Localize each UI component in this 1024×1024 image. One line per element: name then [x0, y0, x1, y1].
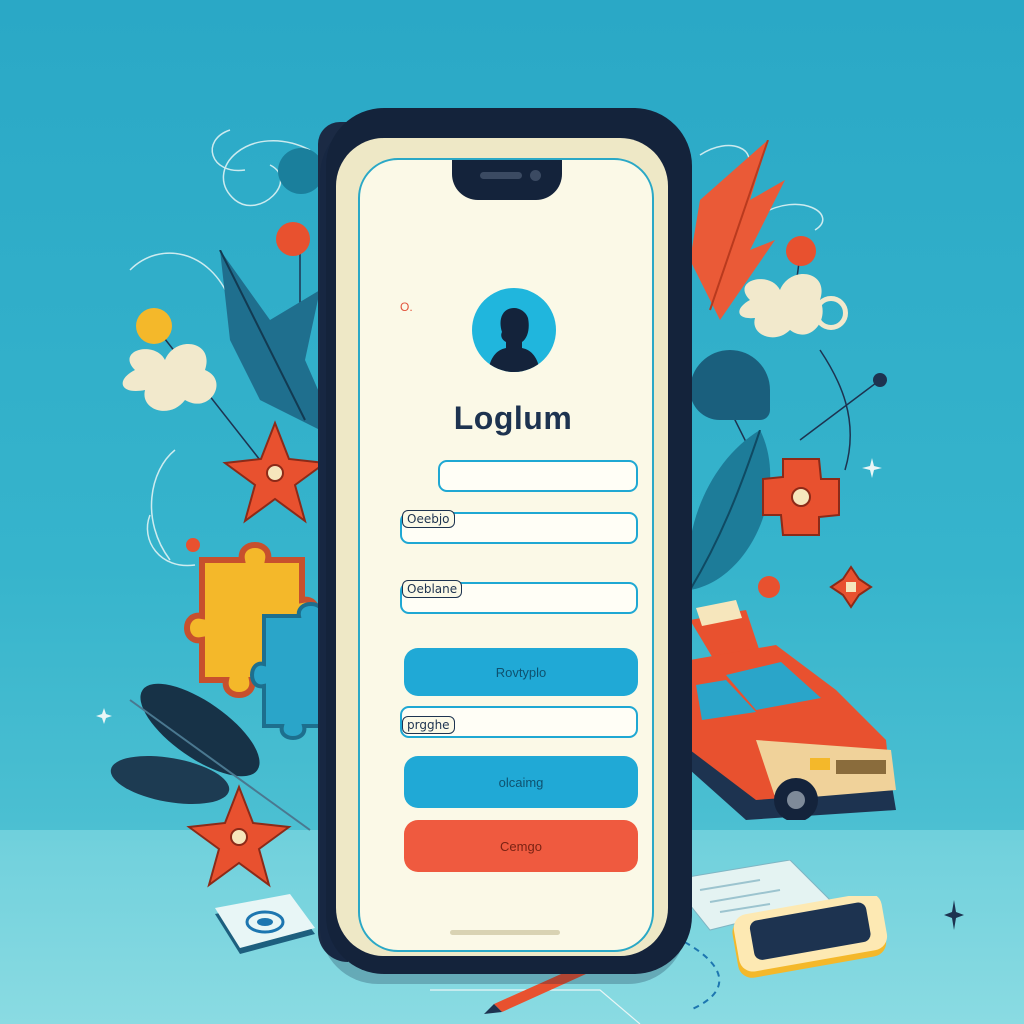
- decorative-pad: [215, 894, 315, 954]
- camera-icon: [530, 170, 541, 181]
- field-label: Oeebjo: [402, 510, 455, 528]
- sparkle-icon: [862, 458, 882, 478]
- flower-icon: [222, 420, 328, 524]
- decorative-dot: [136, 308, 172, 344]
- cancel-button[interactable]: Cemgo: [404, 820, 638, 872]
- smartphone-icon: [732, 896, 888, 978]
- login-screen: O. Loglum Oeebjo Oeblane Rovtyplo prgghe…: [358, 158, 654, 952]
- decorative-ring: [814, 296, 848, 330]
- text-field-1[interactable]: [438, 460, 638, 492]
- text-field-2[interactable]: Oeblane: [400, 580, 638, 614]
- phone-notch: [452, 160, 562, 200]
- decorative-dot: [786, 236, 816, 266]
- sparkle-icon: [944, 900, 964, 930]
- avatar-silhouette-icon: [472, 288, 556, 372]
- button-label: Rovtyplo: [495, 664, 547, 680]
- secondary-button[interactable]: olcaimg: [404, 756, 638, 808]
- phone-device: O. Loglum Oeebjo Oeblane Rovtyplo prgghe…: [318, 108, 692, 974]
- button-label: Cemgo: [500, 838, 542, 854]
- button-label: olcaimg: [498, 774, 544, 790]
- flower-icon: [186, 784, 292, 888]
- text-field-1b[interactable]: Oeebjo: [400, 510, 638, 544]
- text-field-3[interactable]: prgghe: [400, 706, 638, 738]
- home-indicator: [450, 930, 560, 935]
- car-icon: [690, 600, 896, 820]
- leaf-icon: [690, 140, 785, 320]
- decorative-blob: [122, 343, 217, 411]
- speaker-icon: [480, 172, 522, 179]
- corner-mark: O.: [400, 300, 413, 314]
- field-label: Oeblane: [402, 580, 463, 598]
- flower-icon: [762, 458, 840, 536]
- decorative-shape: [690, 350, 770, 420]
- primary-button[interactable]: Rovtyplo: [404, 648, 638, 696]
- sparkle-icon: [96, 708, 112, 724]
- field-label: prgghe: [402, 716, 455, 734]
- page-title: Loglum: [453, 400, 573, 436]
- decorative-dot: [276, 222, 310, 256]
